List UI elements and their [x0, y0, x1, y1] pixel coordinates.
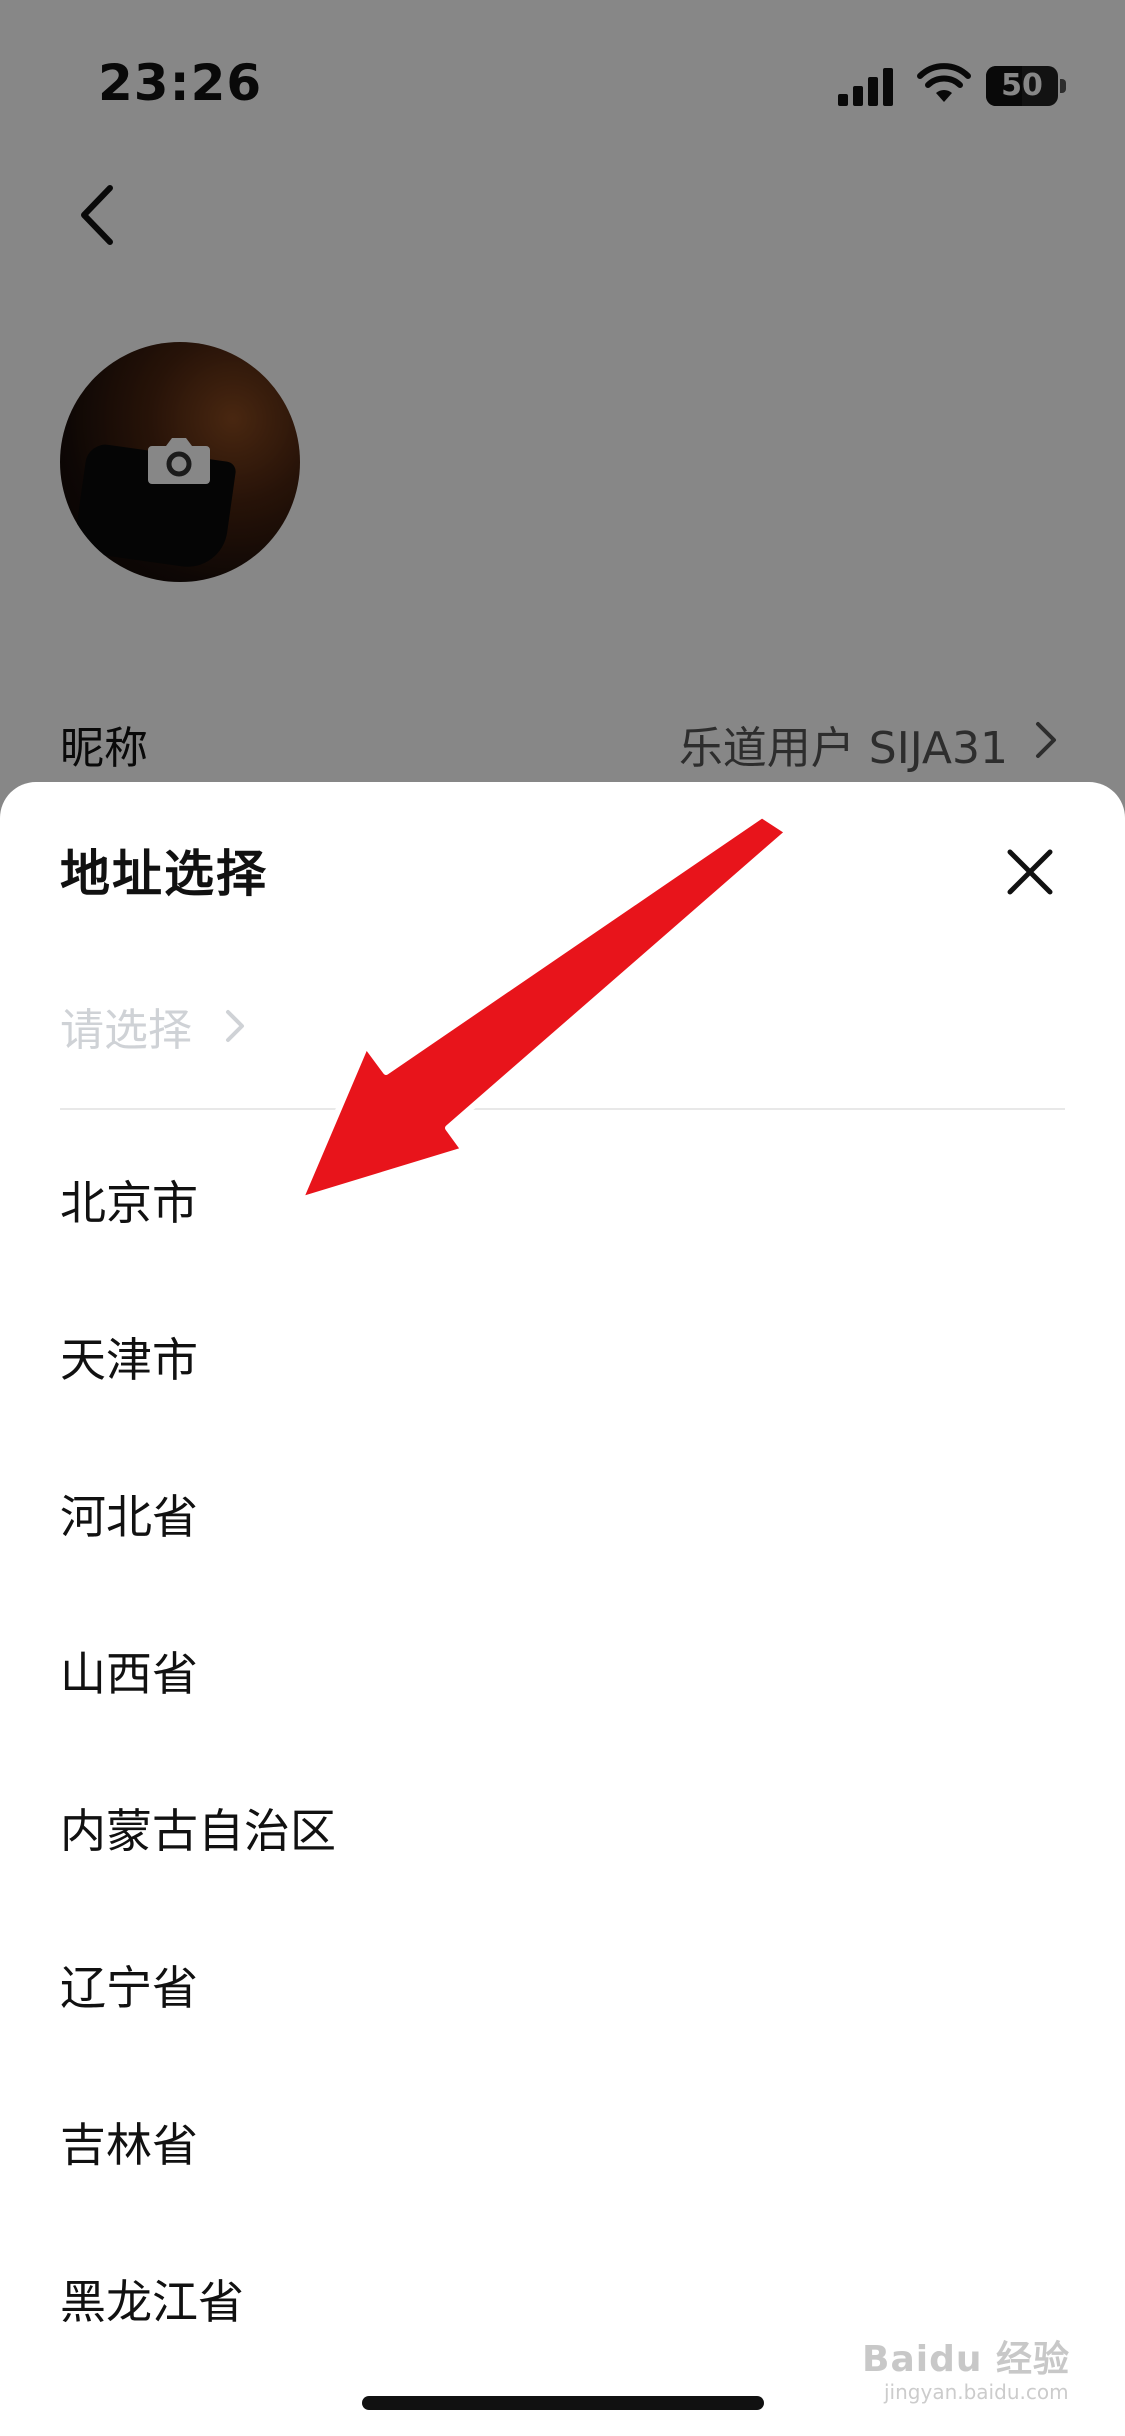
chevron-right-icon [226, 1010, 245, 1042]
watermark: Baidu 经验 [862, 2339, 1071, 2380]
region-item[interactable]: 天津市 [60, 1305, 1060, 1462]
region-list: 北京市 天津市 河北省 山西省 内蒙古自治区 辽宁省 吉林省 黑龙江省 [60, 1148, 1060, 2404]
region-item[interactable]: 内蒙古自治区 [60, 1776, 1060, 1933]
region-item[interactable]: 辽宁省 [60, 1933, 1060, 2090]
region-item[interactable]: 山西省 [60, 1619, 1060, 1776]
address-picker-sheet: 地址选择 请选择 北京市 天津市 河北省 山西省 内蒙古自治区 辽宁省 吉林省 … [0, 782, 1125, 2436]
region-item[interactable]: 河北省 [60, 1462, 1060, 1619]
region-item[interactable]: 北京市 [60, 1148, 1060, 1305]
home-indicator[interactable] [362, 2396, 764, 2410]
watermark-url: jingyan.baidu.com [884, 2380, 1069, 2404]
close-icon[interactable] [1000, 842, 1060, 902]
placeholder-label: 请选择 [60, 1005, 192, 1056]
current-selection-tab[interactable]: 请选择 [60, 994, 247, 1064]
sheet-title: 地址选择 [60, 845, 268, 903]
region-item[interactable]: 吉林省 [60, 2090, 1060, 2247]
divider [60, 1108, 1065, 1110]
